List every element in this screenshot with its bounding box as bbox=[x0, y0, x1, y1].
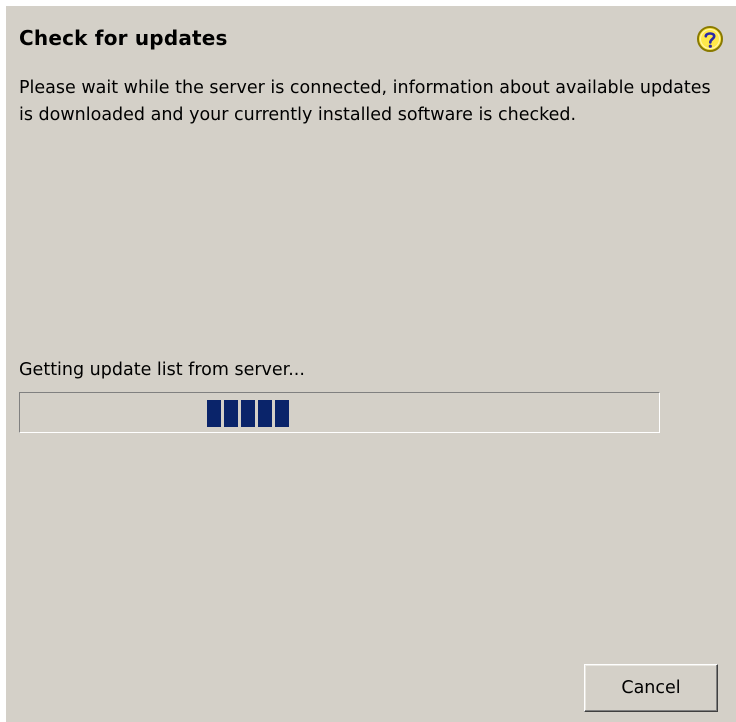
progress-bar bbox=[19, 392, 660, 433]
progress-segment bbox=[258, 400, 272, 427]
dialog-description: Please wait while the server is connecte… bbox=[19, 78, 711, 125]
progress-track bbox=[21, 394, 658, 431]
progress-segment bbox=[224, 400, 238, 427]
progress-segment bbox=[207, 400, 221, 427]
progress-segment bbox=[241, 400, 255, 427]
help-question-icon[interactable] bbox=[696, 25, 724, 53]
dialog-title: Check for updates bbox=[19, 26, 228, 50]
status-text: Getting update list from server... bbox=[19, 360, 305, 380]
cancel-button[interactable]: Cancel bbox=[584, 664, 718, 712]
progress-segment bbox=[275, 400, 289, 427]
check-for-updates-dialog: Check for updates Please wait while the … bbox=[6, 6, 736, 722]
